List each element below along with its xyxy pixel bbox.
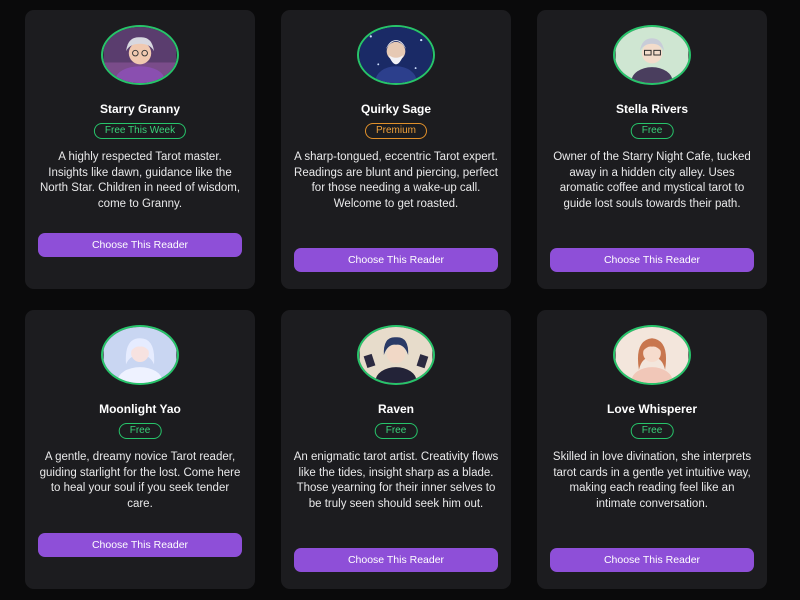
choose-reader-button[interactable]: Choose This Reader xyxy=(550,248,754,272)
status-badge: Premium xyxy=(364,123,428,139)
reader-name: Quirky Sage xyxy=(360,102,432,116)
silver-haired-man-portrait-icon xyxy=(613,25,691,85)
reader-description: Skilled in love divination, she interpre… xyxy=(552,451,752,510)
reader-card-love-whisperer: Love Whisperer Free Skilled in love divi… xyxy=(537,310,767,589)
status-badge: Free This Week xyxy=(93,123,187,139)
reader-description: A highly respected Tarot master. Insight… xyxy=(39,151,241,210)
reader-name: Moonlight Yao xyxy=(99,402,181,416)
choose-reader-button[interactable]: Choose This Reader xyxy=(294,248,498,272)
dark-haired-man-portrait-icon xyxy=(357,325,435,385)
reader-description: Owner of the Starry Night Cafe, tucked a… xyxy=(553,151,751,210)
reader-name: Starry Granny xyxy=(99,102,181,116)
reader-name: Stella Rivers xyxy=(615,102,689,116)
reader-card-raven: Raven Free An enigmatic tarot artist. Cr… xyxy=(281,310,511,589)
reader-card-stella-rivers: Stella Rivers Free Owner of the Starry N… xyxy=(537,10,767,289)
status-badge: Free xyxy=(118,423,162,439)
reader-description: A gentle, dreamy novice Tarot reader, gu… xyxy=(39,451,241,510)
choose-reader-button[interactable]: Choose This Reader xyxy=(38,533,242,557)
reader-card-quirky-sage: Quirky Sage Premium A sharp-tongued, ecc… xyxy=(281,10,511,289)
reader-card-starry-granny: Starry Granny Free This Week A highly re… xyxy=(25,10,255,289)
choose-reader-button[interactable]: Choose This Reader xyxy=(38,233,242,257)
elderly-woman-portrait-icon xyxy=(101,25,179,85)
auburn-haired-woman-portrait-icon xyxy=(613,325,691,385)
status-badge: Free xyxy=(630,423,674,439)
status-badge: Free xyxy=(630,123,674,139)
reader-name: Raven xyxy=(377,402,415,416)
choose-reader-button[interactable]: Choose This Reader xyxy=(550,548,754,572)
reader-description: An enigmatic tarot artist. Creativity fl… xyxy=(293,451,499,510)
status-badge: Free xyxy=(374,423,418,439)
reader-card-moonlight-yao: Moonlight Yao Free A gentle, dreamy novi… xyxy=(25,310,255,589)
bearded-sage-portrait-icon xyxy=(357,25,435,85)
dreamy-girl-portrait-icon xyxy=(101,325,179,385)
choose-reader-button[interactable]: Choose This Reader xyxy=(294,548,498,572)
reader-description: A sharp-tongued, eccentric Tarot expert.… xyxy=(294,151,498,210)
reader-name: Love Whisperer xyxy=(606,402,698,416)
